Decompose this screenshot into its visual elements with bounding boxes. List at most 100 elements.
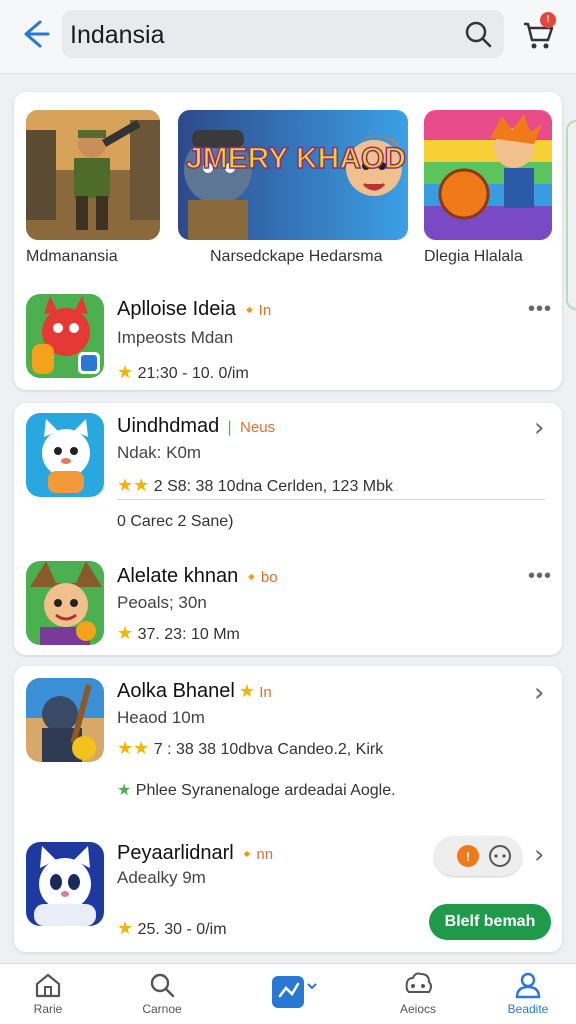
more-options-icon[interactable]: ••• — [528, 565, 552, 588]
app-tag-text: Neus — [240, 419, 276, 436]
featured-banner-3[interactable] — [424, 110, 552, 240]
app-name[interactable]: Uindhdmad ❘ Neus — [117, 415, 275, 438]
chevron-right-icon[interactable]: › — [534, 678, 544, 708]
bottom-nav: Rarie Carnoe Aeiocs Beadite — [0, 963, 576, 1024]
app-icon[interactable] — [26, 413, 104, 497]
app-tag: ❘ Neus — [223, 419, 276, 436]
fox-boy-app-icon — [26, 561, 104, 645]
nav-item-games[interactable]: Aeiocs — [378, 970, 458, 1016]
profile-icon — [515, 972, 541, 999]
app-list-card-3: Aolka Bhanel ★ In Heaod 10m ★★ 7 : 38 38 … — [14, 666, 562, 952]
featured-label-2[interactable]: Narsedckape Hedarsma — [210, 248, 383, 266]
divider — [117, 499, 545, 500]
app-tag: 🔸bo — [242, 569, 278, 586]
app-tag-text: In — [259, 684, 272, 701]
app-meta-text: 21:30 - 10. 0/im — [137, 365, 249, 382]
app-subtitle: Ndak: K0m — [117, 443, 202, 462]
star-rating: ★ — [117, 362, 134, 382]
featured-banner-1[interactable] — [26, 110, 160, 240]
white-cat-app-icon — [26, 842, 104, 926]
app-tag: 🔸In — [239, 302, 272, 319]
nav-item-home[interactable]: Rarie — [8, 970, 88, 1016]
app-meta: ★ 25. 30 - 0/im — [117, 918, 227, 939]
featured-label-1[interactable]: Mdmanansia — [26, 248, 118, 266]
app-name[interactable]: Alelate khnan 🔸bo — [117, 565, 278, 588]
app-subtitle: Heaod 10m — [117, 708, 205, 727]
app-icon[interactable] — [26, 842, 104, 926]
app-subtitle: Peoals; 30n — [117, 593, 207, 612]
nav-label: Beadite — [507, 1002, 549, 1016]
app-meta: ★ 37. 23: 10 Mm — [117, 623, 240, 644]
app-icon[interactable] — [26, 678, 104, 762]
next-carousel-page-peek[interactable] — [566, 120, 576, 310]
app-list-card-2: Uindhdmad ❘ Neus Ndak: K0m ★★ 2 S8: 38 10… — [14, 403, 562, 655]
app-title: Uindhdmad — [117, 415, 220, 437]
featured-banner-2[interactable]: JMERY KHAOD — [178, 110, 408, 240]
search-icon — [150, 973, 175, 998]
quick-actions-pill[interactable]: ! — [434, 836, 522, 876]
search-query[interactable]: Indansia — [70, 21, 165, 50]
app-name[interactable]: Aolka Bhanel ★ In — [117, 680, 272, 703]
app-tag: ★ In — [238, 681, 272, 701]
action-icons: ! — [457, 845, 511, 867]
search-input[interactable]: Indansia — [62, 10, 504, 58]
knight-app-icon — [26, 678, 104, 762]
app-note: ★ Phlee Syranenaloge ardeadai Aogle. — [117, 780, 396, 800]
cart-badge: ! — [540, 12, 556, 28]
chevron-right-icon[interactable]: › — [534, 413, 544, 443]
app-meta-text: 7 : 38 38 10dbva Candeo.2, Kirk — [153, 741, 384, 758]
app-tag-text: bo — [260, 569, 278, 586]
app-title: Peyaarlidnarl — [117, 842, 234, 864]
app-title: Alelate khnan — [117, 565, 239, 587]
app-icon[interactable] — [26, 561, 104, 645]
svg-text:!: ! — [466, 849, 470, 864]
app-note: 0 Carec 2 Sane) — [117, 513, 234, 530]
nav-label: Carnoe — [142, 1002, 182, 1016]
apps-icon — [272, 976, 317, 1008]
back-button[interactable] — [18, 16, 54, 52]
nav-item-profile[interactable]: Beadite — [488, 970, 568, 1016]
cat-app-icon — [26, 413, 104, 497]
more-options-icon[interactable]: ••• — [528, 298, 552, 321]
app-tag: 🔸nn — [237, 846, 274, 863]
home-icon — [35, 973, 61, 998]
app-title: Aolka Bhanel — [117, 680, 235, 702]
app-icon[interactable] — [26, 294, 104, 378]
app-meta: ★★ 7 : 38 38 10dbva Candeo.2, Kirk — [117, 738, 383, 759]
app-name[interactable]: Peyaarlidnarl 🔸nn — [117, 842, 273, 865]
app-note-text: Phlee Syranenaloge ardeadai Aogle. — [135, 782, 396, 799]
nav-label: Rarie — [33, 1002, 63, 1016]
cartoon-game-art: JMERY KHAOD — [178, 110, 408, 240]
games-icon — [405, 972, 432, 993]
app-title: Aplloise Ideia — [117, 298, 236, 320]
search-icon[interactable] — [462, 18, 494, 50]
star-rating: ★★ — [117, 738, 150, 758]
app-meta: ★★ 2 S8: 38 10dna Cerlden, 123 Mbk — [117, 475, 393, 496]
app-subtitle: Impeosts Mdan — [117, 328, 234, 347]
get-button[interactable]: Blelf bemah — [429, 904, 551, 940]
nav-item-search[interactable]: Carnoe — [122, 970, 202, 1016]
star-rating: ★ — [117, 918, 134, 938]
app-meta-text: 37. 23: 10 Mm — [137, 626, 240, 643]
featured-card: JMERY KHAOD Mdmanansia Narsedckape Hedar… — [14, 92, 562, 390]
chevron-right-icon[interactable]: › — [534, 840, 544, 870]
leaf-icon: ★ — [117, 782, 132, 799]
red-creature-app-icon — [26, 294, 104, 378]
rainbow-game-art — [424, 110, 552, 240]
back-arrow-icon — [24, 20, 50, 48]
app-tag-text: In — [258, 302, 272, 319]
app-tag-text: nn — [256, 846, 274, 863]
soldier-game-art — [26, 110, 160, 240]
star-rating: ★ — [117, 623, 134, 643]
app-subtitle: Adealky 9m — [117, 868, 206, 887]
featured-label-3[interactable]: Dlegia Hlalala — [424, 248, 523, 266]
banner-art-title: JMERY KHAOD — [186, 142, 406, 175]
app-meta: ★ 21:30 - 10. 0/im — [117, 362, 249, 383]
top-bar: Indansia ! — [0, 0, 576, 74]
app-meta-text: 2 S8: 38 10dna Cerlden, 123 Mbk — [153, 478, 394, 495]
cart-button[interactable]: ! — [518, 12, 558, 54]
app-meta-text: 25. 30 - 0/im — [137, 921, 227, 938]
nav-item-apps[interactable] — [250, 974, 330, 1012]
star-rating: ★★ — [117, 475, 150, 495]
app-name[interactable]: Aplloise Ideia 🔸In — [117, 298, 271, 321]
